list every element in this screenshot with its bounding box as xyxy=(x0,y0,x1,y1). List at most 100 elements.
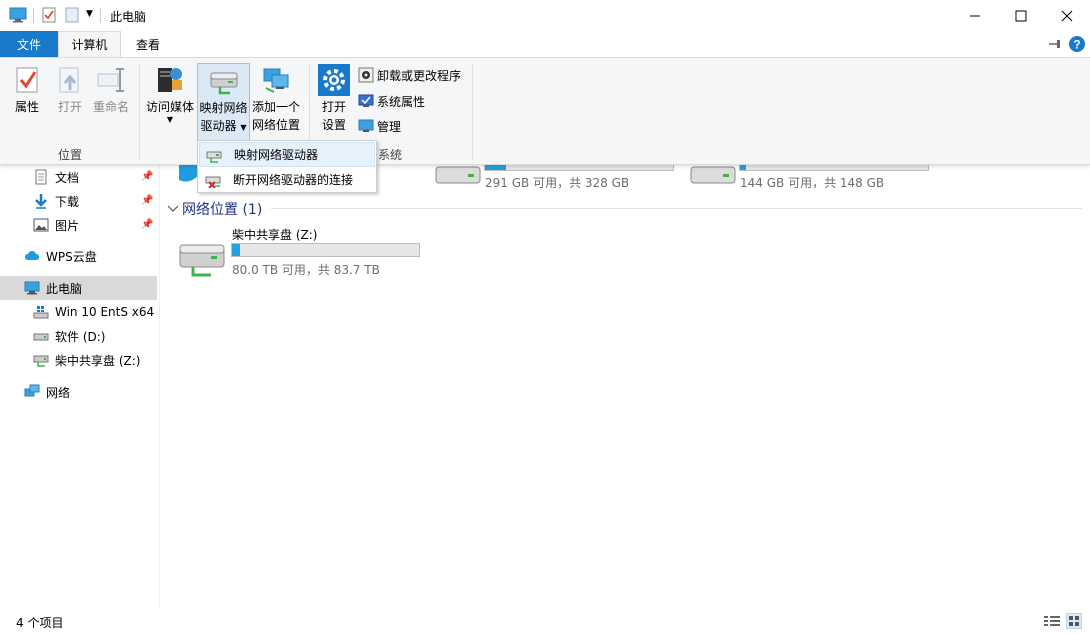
details-view-icon[interactable] xyxy=(1044,615,1060,627)
cloud-icon xyxy=(25,251,39,260)
drive-icon xyxy=(33,333,49,341)
add-location-label-line1: 添加一个 xyxy=(251,100,300,114)
pictures-icon xyxy=(33,218,49,232)
nav-label: Win 10 EntS x64 ( xyxy=(55,305,157,319)
help-icon[interactable]: ? xyxy=(1069,36,1085,52)
access-media-button[interactable]: 访问媒体 ▼ xyxy=(144,64,196,124)
network-locations-header[interactable]: 网络位置 (1) xyxy=(167,199,262,219)
minimize-icon xyxy=(970,15,980,16)
pinned-icon: 📌 xyxy=(141,171,154,182)
open-button[interactable]: 打开 xyxy=(54,64,86,116)
nav-item-d-drive[interactable]: 软件 (D:) xyxy=(0,324,157,348)
nav-item-network[interactable]: 网络 xyxy=(0,380,157,404)
settings-gear-icon xyxy=(318,64,350,96)
open-icon xyxy=(59,67,79,93)
manage-button[interactable]: 管理 xyxy=(358,115,401,137)
properties-label: 属性 xyxy=(14,100,39,114)
nav-label: 柴中共享盘 (Z:) xyxy=(55,353,141,368)
drive-free-space: 144 GB 可用，共 148 GB xyxy=(740,176,885,190)
nav-item-this-pc[interactable]: 此电脑 xyxy=(0,276,157,300)
system-properties-icon xyxy=(358,94,374,107)
network-drive-icon xyxy=(33,355,49,367)
drive-usage-fill xyxy=(232,244,241,256)
menu-item-map-network-drive[interactable]: 映射网络驱动器 xyxy=(199,142,375,167)
open-settings-button[interactable]: 打开 设置 xyxy=(316,64,352,134)
nav-label: 下载 xyxy=(55,194,80,209)
tab-view[interactable]: 查看 xyxy=(124,31,172,57)
drive-tile-1[interactable]: 291 GB 可用，共 328 GB xyxy=(431,162,674,193)
network-icon xyxy=(24,384,40,397)
properties-qat-icon[interactable] xyxy=(42,7,56,23)
drive-free-space: 291 GB 可用，共 328 GB xyxy=(485,176,630,190)
disconnect-drive-icon xyxy=(205,176,221,188)
location-group-label: 位置 xyxy=(57,148,82,162)
drive-free-space: 80.0 TB 可用，共 83.7 TB xyxy=(232,263,380,277)
navigation-pane: 文档 📌 下载 📌 图片 📌 WPS云盘 此电脑 Win 10 EntS x64… xyxy=(0,165,160,608)
group-separator xyxy=(472,64,473,160)
tab-computer[interactable]: 计算机 xyxy=(58,31,121,57)
uninstall-programs-button[interactable]: 卸载或更改程序 xyxy=(358,64,461,86)
ribbon-tab-bar: 文件 计算机 查看 ? xyxy=(0,31,1090,57)
network-drive-tile-z[interactable]: 柴中共享盘 (Z:) 80.0 TB 可用，共 83.7 TB xyxy=(177,225,427,280)
uninstall-icon xyxy=(358,67,374,83)
nav-label: 软件 (D:) xyxy=(55,329,106,344)
nav-label: 文档 xyxy=(55,170,80,185)
large-icons-view-icon[interactable] xyxy=(1066,613,1082,629)
item-count: 4 个项目 xyxy=(16,616,64,630)
rename-label: 重命名 xyxy=(92,100,129,114)
system-properties-label: 系统属性 xyxy=(377,94,426,109)
window-title: 此电脑 xyxy=(110,10,147,24)
maximize-button[interactable] xyxy=(998,0,1044,31)
windows-drive-icon xyxy=(179,165,199,182)
ribbon-panel: 属性 打开 重命名 位置 访问媒体 ▼ 映射网络 驱动器 ▼ 添加一个 网络位置… xyxy=(0,57,1090,165)
section-title: 网络位置 (1) xyxy=(182,202,263,218)
maximize-icon xyxy=(1015,10,1027,21)
menu-item-disconnect-network-drive[interactable]: 断开网络驱动器的连接 xyxy=(199,167,375,192)
title-bar: ▼ 此电脑 xyxy=(0,0,1090,31)
rename-button[interactable]: 重命名 xyxy=(92,64,130,116)
tab-file[interactable]: 文件 xyxy=(0,31,58,57)
rename-icon xyxy=(97,68,124,92)
windows-drive-icon xyxy=(33,306,49,319)
nav-label: 网络 xyxy=(46,385,71,400)
nav-label: 图片 xyxy=(55,218,80,233)
media-server-icon xyxy=(158,68,182,92)
new-folder-qat-icon[interactable] xyxy=(65,7,79,23)
qat-customize-dropdown[interactable]: ▼ xyxy=(86,9,93,19)
nav-item-z-drive[interactable]: 柴中共享盘 (Z:) xyxy=(0,348,157,372)
computer-management-icon xyxy=(358,119,374,132)
open-settings-label-line2: 设置 xyxy=(321,118,346,132)
svg-text:?: ? xyxy=(1073,38,1080,52)
network-drive-icon xyxy=(210,72,237,95)
close-icon xyxy=(1061,10,1073,21)
pinned-icon: 📌 xyxy=(141,219,154,230)
nav-item-pictures[interactable]: 图片 📌 xyxy=(0,213,157,237)
downloads-icon xyxy=(35,194,47,209)
nav-item-downloads[interactable]: 下载 📌 xyxy=(0,189,157,213)
nav-item-wps-cloud[interactable]: WPS云盘 xyxy=(0,244,157,268)
menu-item-label: 映射网络驱动器 xyxy=(234,148,319,162)
drive-tile-partial[interactable] xyxy=(179,165,199,185)
nav-item-c-drive[interactable]: Win 10 EntS x64 ( xyxy=(0,300,157,324)
qat-separator xyxy=(33,8,34,23)
network-drive-icon xyxy=(179,244,225,277)
system-properties-button[interactable]: 系统属性 xyxy=(358,90,425,112)
network-location-icon xyxy=(263,68,289,93)
drive-name: 柴中共享盘 (Z:) xyxy=(232,228,318,242)
minimize-button[interactable] xyxy=(952,0,998,31)
close-button[interactable] xyxy=(1044,0,1090,31)
nav-item-documents[interactable]: 文档 📌 xyxy=(0,165,157,189)
properties-icon xyxy=(16,67,38,93)
map-network-drive-button[interactable]: 映射网络 驱动器 ▼ xyxy=(197,63,250,146)
group-separator xyxy=(139,64,140,160)
hard-drive-icon xyxy=(690,166,736,184)
properties-button[interactable]: 属性 xyxy=(10,64,44,116)
open-settings-label-line1: 打开 xyxy=(321,100,346,114)
add-network-location-button[interactable]: 添加一个 网络位置 xyxy=(250,64,302,134)
menu-item-label: 断开网络驱动器的连接 xyxy=(233,173,354,187)
pinned-icon: 📌 xyxy=(141,195,154,206)
drive-tile-2[interactable]: 144 GB 可用，共 148 GB xyxy=(686,162,929,193)
pin-ribbon-icon[interactable] xyxy=(1049,39,1063,49)
hard-drive-icon xyxy=(435,166,481,184)
add-location-label-line2: 网络位置 xyxy=(251,118,300,132)
